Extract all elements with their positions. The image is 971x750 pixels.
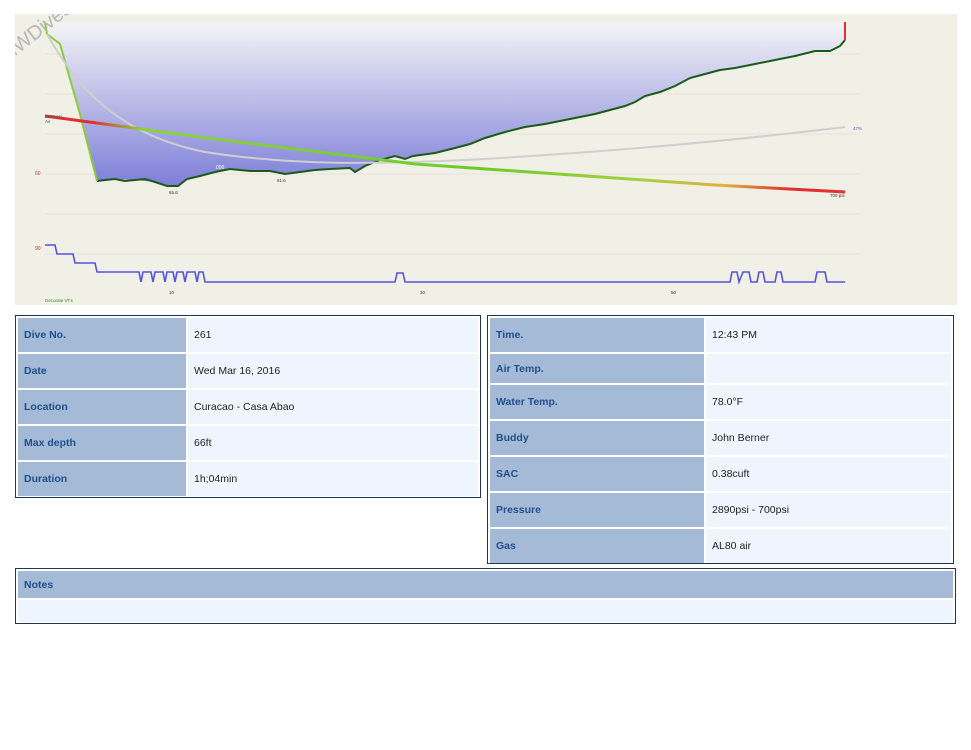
pressure-label: Pressure	[490, 493, 704, 527]
air-temp-value	[706, 354, 951, 383]
time-tick-3: 50	[671, 290, 677, 295]
water-temp-value: 78.0°F	[706, 385, 951, 419]
point-marker-2: 000	[216, 165, 225, 171]
depth-label-60: 60	[35, 171, 41, 177]
dive-no-value: 261	[188, 318, 478, 352]
right-axis-label: 47%	[853, 126, 862, 131]
time-row: Time. 12:43 PM	[490, 318, 953, 352]
end-pressure-label: 700 psi	[830, 193, 845, 198]
buddy-value: John Berner	[706, 421, 951, 455]
notes-panel: Notes	[15, 568, 956, 624]
duration-label: Duration	[18, 462, 186, 496]
start-gas-label: Air	[45, 119, 51, 124]
location-value: Curacao - Casa Abao	[188, 390, 478, 424]
max-depth-marker: 65.6	[169, 190, 178, 195]
date-label: Date	[18, 354, 186, 388]
dive-no-label: Dive No.	[18, 318, 186, 352]
air-temp-label: Air Temp.	[490, 354, 704, 383]
deco-model-label: Decorate VT4	[45, 298, 73, 303]
buddy-row: Buddy John Berner	[490, 421, 953, 455]
air-temp-row: Air Temp.	[490, 354, 953, 383]
pressure-value: 2890psi - 700psi	[706, 493, 951, 527]
dive-no-row: Dive No. 261	[18, 318, 480, 352]
sac-value: 0.38cuft	[706, 457, 951, 491]
duration-value: 1h;04min	[188, 462, 478, 496]
sac-row: SAC 0.38cuft	[490, 457, 953, 491]
max-depth-row: Max depth 66ft	[18, 426, 480, 460]
gas-label: Gas	[490, 529, 704, 563]
dive-details-left-panel: Dive No. 261 Date Wed Mar 16, 2016 Locat…	[15, 315, 481, 498]
depth-label-90: 90	[35, 246, 41, 252]
dive-profile-svg: MWDives.com 2890 psi Air 60 90 65.6 61.6…	[0, 0, 957, 305]
pressure-row: Pressure 2890psi - 700psi	[490, 493, 953, 527]
point-marker-1: 61.6	[277, 178, 286, 183]
notes-text	[18, 600, 953, 622]
max-depth-value: 66ft	[188, 426, 478, 460]
notes-label: Notes	[18, 571, 953, 598]
water-temp-label: Water Temp.	[490, 385, 704, 419]
water-temp-row: Water Temp. 78.0°F	[490, 385, 953, 419]
date-value: Wed Mar 16, 2016	[188, 354, 478, 388]
sac-label: SAC	[490, 457, 704, 491]
time-label: Time.	[490, 318, 704, 352]
dive-profile-chart: MWDives.com 2890 psi Air 60 90 65.6 61.6…	[0, 0, 957, 305]
gas-value: AL80 air	[706, 529, 951, 563]
duration-row: Duration 1h;04min	[18, 462, 480, 496]
time-tick-2: 30	[420, 290, 426, 295]
dive-details-right-panel: Time. 12:43 PM Air Temp. Water Temp. 78.…	[487, 315, 954, 564]
location-label: Location	[18, 390, 186, 424]
time-value: 12:43 PM	[706, 318, 951, 352]
location-row: Location Curacao - Casa Abao	[18, 390, 480, 424]
buddy-label: Buddy	[490, 421, 704, 455]
max-depth-label: Max depth	[18, 426, 186, 460]
time-tick-1: 10	[169, 290, 175, 295]
date-row: Date Wed Mar 16, 2016	[18, 354, 480, 388]
gas-row: Gas AL80 air	[490, 529, 953, 563]
